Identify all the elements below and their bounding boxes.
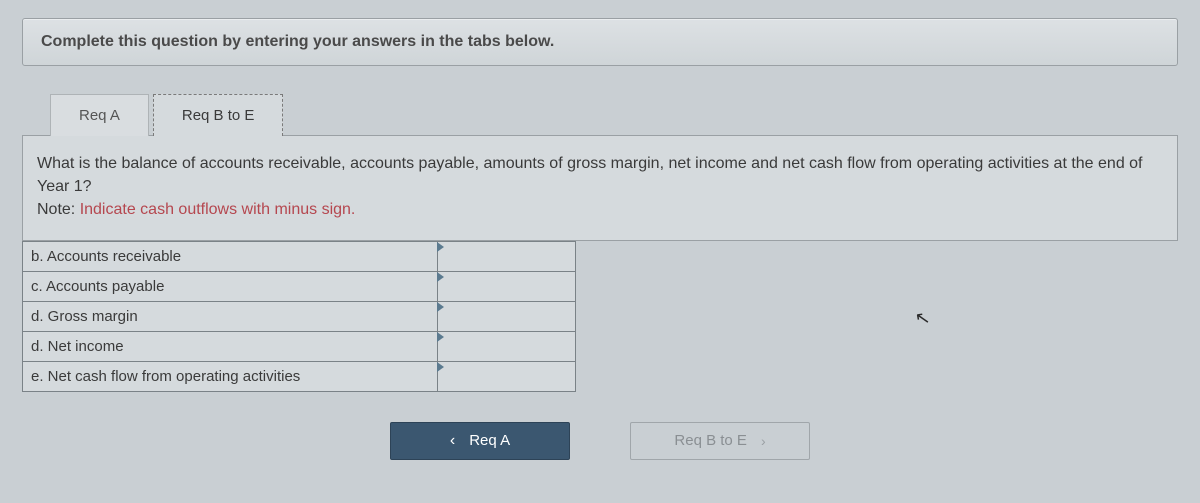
next-button[interactable]: Req B to E › bbox=[630, 422, 810, 460]
prev-button-label: Req A bbox=[469, 432, 510, 449]
row-input-cell bbox=[438, 241, 576, 271]
dropdown-indicator-icon bbox=[437, 272, 444, 282]
tab-req-b-to-e[interactable]: Req B to E bbox=[153, 94, 284, 136]
table-row: d. Gross margin bbox=[23, 301, 576, 331]
question-note: Note: Indicate cash outflows with minus … bbox=[37, 198, 1163, 221]
accounts-payable-input[interactable] bbox=[438, 272, 575, 300]
row-label: d. Gross margin bbox=[23, 301, 438, 331]
accounts-receivable-input[interactable] bbox=[438, 242, 575, 270]
row-input-cell bbox=[438, 301, 576, 331]
row-input-cell bbox=[438, 361, 576, 391]
instruction-bar: Complete this question by entering your … bbox=[22, 18, 1178, 66]
dropdown-indicator-icon bbox=[437, 242, 444, 252]
answer-table: b. Accounts receivable c. Accounts payab… bbox=[22, 241, 576, 392]
net-cash-flow-input[interactable] bbox=[438, 362, 575, 390]
row-label: e. Net cash flow from operating activiti… bbox=[23, 361, 438, 391]
instruction-text: Complete this question by entering your … bbox=[41, 33, 554, 50]
net-income-input[interactable] bbox=[438, 332, 575, 360]
question-text: What is the balance of accounts receivab… bbox=[37, 152, 1163, 198]
table-row: d. Net income bbox=[23, 331, 576, 361]
main-container: Complete this question by entering your … bbox=[0, 0, 1200, 478]
nav-row: ‹ Req A Req B to E › bbox=[22, 422, 1178, 460]
tabs-row: Req A Req B to E bbox=[50, 94, 1178, 136]
row-label: c. Accounts payable bbox=[23, 271, 438, 301]
table-row: c. Accounts payable bbox=[23, 271, 576, 301]
dropdown-indicator-icon bbox=[437, 332, 444, 342]
row-label: d. Net income bbox=[23, 331, 438, 361]
chevron-right-icon: › bbox=[761, 433, 766, 449]
question-panel: What is the balance of accounts receivab… bbox=[22, 135, 1178, 241]
gross-margin-input[interactable] bbox=[438, 302, 575, 330]
next-button-label: Req B to E bbox=[674, 432, 747, 449]
dropdown-indicator-icon bbox=[437, 302, 444, 312]
row-label: b. Accounts receivable bbox=[23, 241, 438, 271]
table-row: e. Net cash flow from operating activiti… bbox=[23, 361, 576, 391]
chevron-left-icon: ‹ bbox=[450, 432, 455, 450]
note-body: Indicate cash outflows with minus sign. bbox=[80, 201, 356, 218]
row-input-cell bbox=[438, 271, 576, 301]
tab-req-a[interactable]: Req A bbox=[50, 94, 149, 136]
note-prefix: Note: bbox=[37, 201, 80, 218]
cursor-icon: ↖ bbox=[913, 307, 932, 330]
tab-label: Req B to E bbox=[182, 107, 255, 124]
prev-button[interactable]: ‹ Req A bbox=[390, 422, 570, 460]
tab-label: Req A bbox=[79, 107, 120, 124]
table-row: b. Accounts receivable bbox=[23, 241, 576, 271]
row-input-cell bbox=[438, 331, 576, 361]
answer-table-area: b. Accounts receivable c. Accounts payab… bbox=[22, 241, 1178, 392]
dropdown-indicator-icon bbox=[437, 362, 444, 372]
